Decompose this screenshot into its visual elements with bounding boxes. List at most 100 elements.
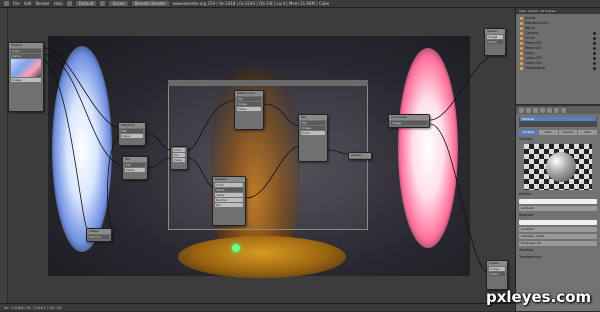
node-row-alpha-4: Alpha bbox=[215, 188, 243, 192]
node-row-value[interactable]: Value bbox=[121, 134, 143, 138]
node-row-fac-4[interactable]: Fac bbox=[215, 203, 243, 207]
output-node-small[interactable]: Output bbox=[348, 152, 372, 160]
modifier-icon[interactable] bbox=[547, 107, 552, 113]
rgb-curves-node[interactable]: RGB Curves Fac Image Value bbox=[234, 90, 264, 130]
node-row-fac-5: Fac bbox=[301, 121, 325, 125]
node-row-alpha-7: Alpha bbox=[487, 40, 503, 44]
mapping-node-upper[interactable]: Mapping Fac Value bbox=[118, 122, 146, 146]
small-node-bottom-left[interactable]: Viewer Normal bbox=[86, 228, 112, 242]
node-row-image-3: Image bbox=[237, 102, 261, 106]
outliner-search-menu[interactable]: Search bbox=[528, 9, 538, 13]
world-props-icon[interactable] bbox=[533, 107, 538, 113]
mix-node-right-header[interactable]: Mix bbox=[299, 115, 327, 120]
tab-surface[interactable]: Surface bbox=[519, 130, 538, 135]
diffuse-panel-title[interactable]: Diffuse bbox=[519, 192, 597, 197]
node-row-fac: Fac bbox=[121, 129, 143, 133]
reroute-row-3[interactable]: Value bbox=[173, 158, 185, 162]
blender-logo-icon[interactable] bbox=[4, 1, 9, 6]
eye-icon[interactable] bbox=[593, 52, 596, 55]
material-type-tabs: Surface Wire Volume Halo bbox=[519, 130, 597, 135]
texture-preview bbox=[11, 59, 41, 77]
preview-panel-title[interactable]: Preview bbox=[519, 137, 597, 142]
node-row-alpha-8: Alpha bbox=[489, 272, 505, 276]
specular-color-swatch[interactable] bbox=[519, 220, 597, 225]
node-row-value-2[interactable]: Value bbox=[125, 168, 145, 172]
rgb-curves-header[interactable]: RGB Curves bbox=[235, 91, 263, 96]
mix-node-right[interactable]: Mix Fac Image Color bbox=[298, 114, 328, 162]
composite-node-header[interactable]: Composite bbox=[389, 115, 429, 120]
material-slot-list[interactable]: Material bbox=[519, 117, 597, 127]
outliner-view-menu[interactable]: View bbox=[519, 9, 526, 13]
node-row-fac-2: Fac bbox=[125, 163, 145, 167]
diffuse-color-swatch[interactable] bbox=[519, 199, 597, 204]
node-row-color-5[interactable]: Color bbox=[301, 131, 325, 135]
lamp-icon bbox=[520, 62, 523, 65]
material-node[interactable]: Material Color Alpha Value Normal Fac bbox=[212, 176, 246, 226]
composite-node[interactable]: Composite Image bbox=[388, 114, 430, 128]
material-slot-selected[interactable]: Material bbox=[520, 117, 596, 121]
specular-intensity-field[interactable]: Intensity: 0.500 bbox=[519, 234, 597, 239]
reroute-node[interactable]: Color Fac Value bbox=[170, 146, 188, 170]
layout-selector[interactable]: Default bbox=[75, 1, 97, 6]
mesh-icon bbox=[520, 67, 523, 70]
eye-icon[interactable] bbox=[593, 47, 596, 50]
menu-add[interactable]: Add bbox=[24, 1, 32, 6]
outliner-item[interactable]: Trophy.Base bbox=[520, 66, 600, 71]
node-row-value-4[interactable]: Value bbox=[215, 193, 243, 197]
diffuse-shader-select[interactable]: Lambert bbox=[519, 206, 597, 211]
material-node-header[interactable]: Material bbox=[213, 177, 245, 182]
render-icon[interactable] bbox=[519, 107, 524, 113]
node-row-image[interactable]: Image bbox=[11, 78, 41, 82]
node-wires bbox=[43, 47, 489, 275]
mix-node-lower[interactable]: Mix Fac Value bbox=[122, 156, 148, 180]
eye-icon[interactable] bbox=[593, 42, 596, 45]
eye-icon[interactable] bbox=[593, 37, 596, 40]
small-node-header[interactable]: Viewer bbox=[87, 229, 111, 234]
mix-node-header[interactable]: Mix bbox=[123, 157, 147, 162]
mesh-icon bbox=[520, 37, 523, 40]
reroute-row-2[interactable]: Fac bbox=[173, 153, 185, 157]
output-node-small-header[interactable]: Output bbox=[349, 153, 371, 158]
menu-render[interactable]: Render bbox=[35, 1, 49, 6]
viewer-node-bottom-header[interactable]: Viewer bbox=[487, 261, 507, 266]
hardness-field[interactable]: Hardness: 50 bbox=[519, 241, 597, 246]
render-engine-selector[interactable]: Blender Render bbox=[131, 1, 169, 6]
reroute-row-1[interactable]: Color bbox=[173, 148, 185, 152]
node-editor[interactable]: Texture Color Alpha Image Mapping Fac Va… bbox=[0, 8, 515, 303]
eye-icon[interactable] bbox=[593, 67, 596, 70]
node-row-value-3[interactable]: Value bbox=[237, 107, 261, 111]
menu-file[interactable]: File bbox=[13, 1, 20, 6]
viewer-node-bottom[interactable]: Viewer Image Alpha bbox=[486, 260, 508, 290]
scene-icon bbox=[520, 17, 523, 20]
transparency-panel-title[interactable]: Transparency bbox=[519, 255, 597, 260]
outliner[interactable]: Scene RenderLayers World Camera Circle P… bbox=[516, 14, 600, 106]
node-row-image-7[interactable]: Image bbox=[487, 35, 503, 39]
scene-selector[interactable]: Scene bbox=[109, 1, 128, 6]
eye-icon[interactable] bbox=[593, 62, 596, 65]
node-row-normal-4[interactable]: Normal bbox=[215, 198, 243, 202]
tab-wire[interactable]: Wire bbox=[538, 130, 558, 135]
node-row-normal: Normal bbox=[89, 235, 109, 239]
viewer-node-top[interactable]: Viewer Image Alpha bbox=[484, 28, 506, 56]
texture-node[interactable]: Texture Color Alpha Image bbox=[8, 42, 44, 112]
texture-icon[interactable] bbox=[561, 107, 566, 113]
texture-node-header[interactable]: Texture bbox=[9, 43, 43, 48]
specular-shader-select[interactable]: CookTorr bbox=[519, 227, 597, 232]
screen-layout-icon[interactable] bbox=[66, 1, 72, 6]
menu-help[interactable]: Help bbox=[54, 1, 63, 6]
specular-panel-title[interactable]: Specular bbox=[519, 213, 597, 218]
outliner-display-mode[interactable]: All Scenes bbox=[540, 9, 555, 13]
node-row-image-8[interactable]: Image bbox=[489, 267, 505, 271]
scene-icon[interactable] bbox=[100, 1, 106, 6]
object-props-icon[interactable] bbox=[540, 107, 545, 113]
scene-props-icon[interactable] bbox=[526, 107, 531, 113]
mapping-node-header[interactable]: Mapping bbox=[119, 123, 145, 128]
node-row-color-4[interactable]: Color bbox=[215, 183, 243, 187]
material-icon[interactable] bbox=[554, 107, 559, 113]
tab-halo[interactable]: Halo bbox=[578, 130, 597, 135]
viewer-node-top-header[interactable]: Viewer bbox=[485, 29, 505, 34]
shading-panel-title[interactable]: Shading bbox=[519, 248, 597, 253]
eye-icon[interactable] bbox=[593, 57, 596, 60]
tab-volume[interactable]: Volume bbox=[558, 130, 578, 135]
eye-icon[interactable] bbox=[593, 32, 596, 35]
